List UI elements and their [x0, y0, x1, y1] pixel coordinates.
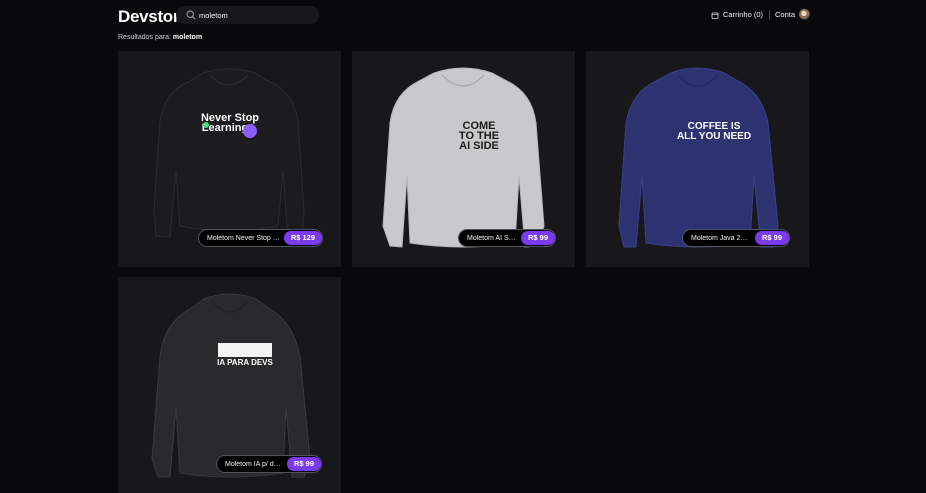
- product-label: Moletom Never Stop L... R$ 129: [198, 229, 323, 247]
- product-price: R$ 99: [286, 457, 321, 471]
- avatar: [799, 9, 810, 20]
- header-divider: [769, 10, 770, 20]
- product-name: Moletom Never Stop L...: [207, 234, 280, 242]
- account-label: Conta: [774, 10, 795, 19]
- product-label: Moletom AI Side R$ 99: [458, 229, 556, 247]
- product-name: Moletom AI Side: [467, 234, 517, 242]
- print-text-2: ALL YOU NEED: [677, 131, 751, 142]
- product-label: Moletom Java 2023 R$ 99: [682, 229, 790, 247]
- product-card[interactable]: COFFEE IS ALL YOU NEED Moletom Java 2023…: [586, 51, 809, 267]
- product-name: Moletom IA p/ devs: [225, 460, 283, 468]
- cart-link[interactable]: Carrinho (0): [711, 10, 763, 19]
- shopping-bag-icon: [711, 12, 719, 19]
- account-link[interactable]: Conta: [775, 9, 810, 20]
- results-query: moletom: [172, 34, 203, 41]
- product-card[interactable]: Never Stop Learning Moletom Never Stop L…: [118, 51, 341, 267]
- results-summary: Resultados para: moletom: [118, 34, 202, 41]
- print-text-3: AI SIDE: [459, 140, 499, 152]
- product-card[interactable]: IA PARA DEVS Moletom IA p/ devs R$ 99: [118, 277, 341, 493]
- product-price: R$ 129: [283, 231, 322, 245]
- product-price: R$ 99: [520, 231, 555, 245]
- product-name: Moletom Java 2023: [691, 234, 751, 242]
- cart-label: Carrinho (0): [722, 10, 763, 19]
- search-box[interactable]: [176, 6, 319, 24]
- print-text-1: IA PARA DEVS: [217, 358, 273, 367]
- product-price: R$ 99: [754, 231, 789, 245]
- product-card[interactable]: COME TO THE AI SIDE Moletom AI Side R$ 9…: [352, 51, 575, 267]
- header: Devstore Carrinho (0) Conta: [118, 0, 810, 30]
- product-label: Moletom IA p/ devs R$ 99: [216, 455, 322, 473]
- search-input[interactable]: [199, 6, 309, 24]
- results-prefix: Resultados para:: [118, 34, 171, 41]
- search-icon: [186, 10, 196, 20]
